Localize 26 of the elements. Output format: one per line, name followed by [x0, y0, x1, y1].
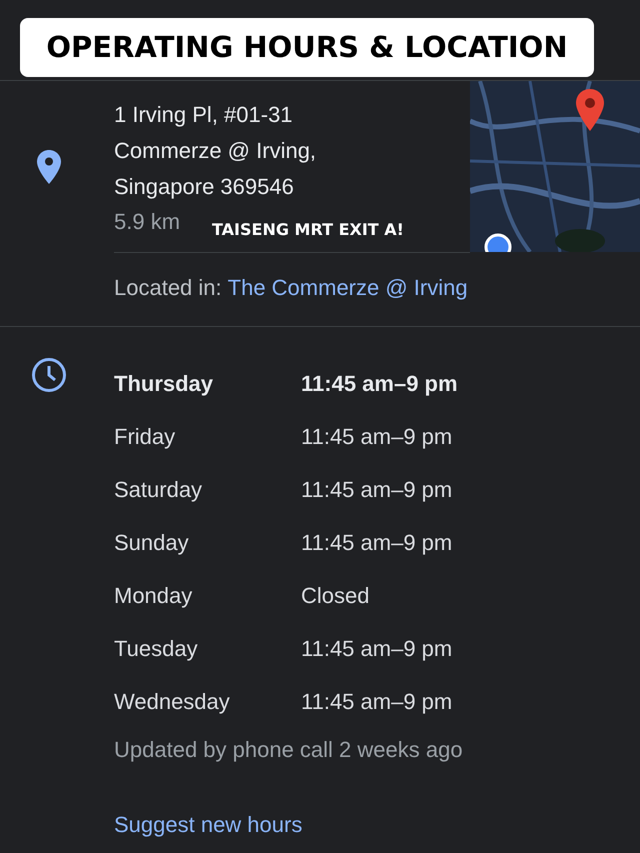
day-name: Wednesday: [114, 688, 231, 714]
opening-hours: 11:45 am–9 pm: [301, 424, 452, 450]
located-in-label: Located in:: [114, 275, 222, 300]
clock-icon: [31, 357, 67, 393]
opening-hours: 11:45 am–9 pm: [301, 370, 458, 396]
day-name: Saturday: [114, 476, 204, 502]
address-line: 1 Irving Pl, #01-31: [114, 101, 294, 129]
day-name: Thursday: [114, 370, 214, 396]
day-name: Tuesday: [114, 636, 199, 662]
day-name: Monday: [114, 582, 194, 608]
address-line: Commerze @ Irving,: [114, 137, 318, 165]
location-pin-icon: [36, 149, 62, 185]
title-banner: OPERATING HOURS & LOCATION: [20, 18, 594, 77]
opening-hours: 11:45 am–9 pm: [301, 530, 452, 556]
opening-hours: 11:45 am–9 pm: [301, 688, 452, 714]
suggest-hours-link[interactable]: Suggest new hours: [114, 812, 640, 838]
update-note: Updated by phone call 2 weeks ago: [114, 736, 464, 764]
day-name: Friday: [114, 424, 176, 450]
opening-hours: 11:45 am–9 pm: [301, 476, 452, 502]
overlay-caption: TAISENG MRT EXIT A!: [212, 220, 404, 239]
place-link[interactable]: The Commerze @ Irving: [228, 275, 468, 300]
opening-hours: Closed: [301, 582, 370, 608]
distance-text: 5.9 km: [114, 208, 180, 236]
address-line: Singapore 369546: [114, 173, 295, 201]
day-name: Sunday: [114, 530, 190, 556]
opening-hours: 11:45 am–9 pm: [301, 636, 452, 662]
